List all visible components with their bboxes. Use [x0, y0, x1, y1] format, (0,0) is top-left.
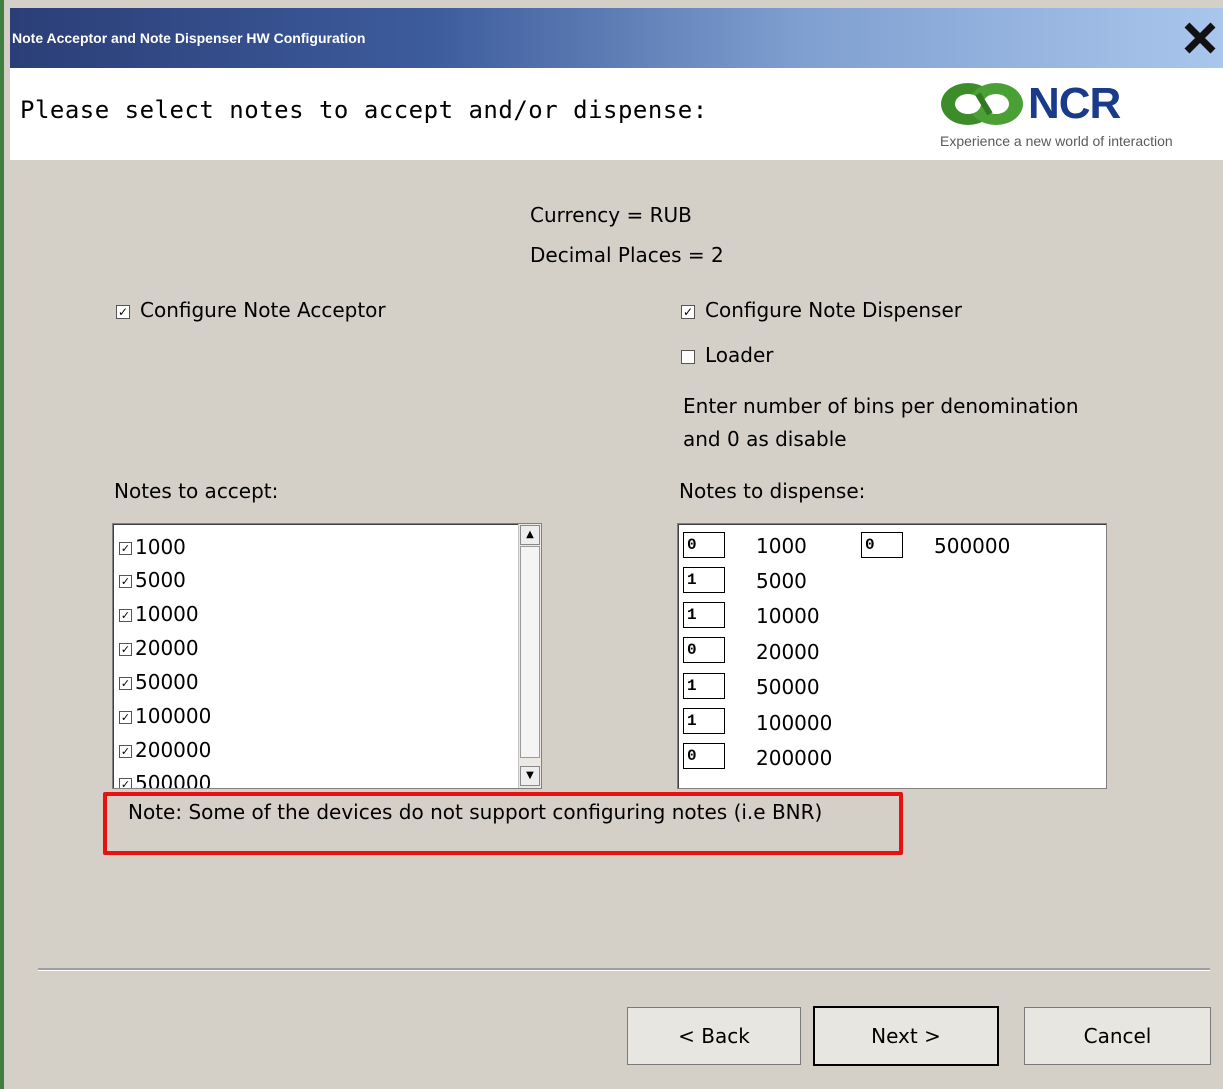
scroll-thumb[interactable]	[520, 546, 540, 758]
vertical-scrollbar[interactable]: ▲ ▼	[518, 524, 541, 788]
checkbox-checked-icon[interactable]: ✓	[119, 575, 132, 588]
configure-acceptor-label: Configure Note Acceptor	[140, 298, 386, 322]
logo-tagline: Experience a new world of interaction	[940, 133, 1173, 149]
bin-count-input[interactable]: 1	[683, 708, 725, 734]
checkbox-checked-icon[interactable]: ✓	[119, 677, 132, 690]
note-value: 500000	[135, 771, 212, 789]
bin-count-input[interactable]: 0	[861, 532, 903, 558]
checkbox-checked-icon[interactable]: ✓	[119, 745, 132, 758]
loader-checkbox[interactable]: Loader	[681, 343, 774, 367]
checkbox-checked-icon[interactable]: ✓	[681, 304, 695, 319]
list-item[interactable]: ✓ 20000	[119, 636, 199, 666]
bin-count-input[interactable]: 1	[683, 602, 725, 628]
scroll-down-icon[interactable]: ▼	[520, 766, 540, 786]
note-value: 10000	[135, 602, 199, 626]
scroll-up-icon[interactable]: ▲	[520, 525, 540, 545]
desktop-edge	[0, 0, 10, 1089]
denomination-label: 100000	[756, 711, 833, 735]
cancel-button[interactable]: Cancel	[1024, 1007, 1211, 1065]
page-instruction: Please select notes to accept and/or dis…	[20, 96, 708, 124]
bin-count-input[interactable]: 0	[683, 532, 725, 558]
next-button[interactable]: Next >	[813, 1006, 999, 1066]
window-title: Note Acceptor and Note Dispenser HW Conf…	[12, 30, 366, 46]
list-item[interactable]: ✓ 100000	[119, 704, 211, 734]
footer-separator	[38, 968, 1210, 971]
denomination-label: 20000	[756, 640, 820, 664]
list-item[interactable]: ✓ 5000	[119, 568, 186, 598]
checkbox-checked-icon[interactable]: ✓	[119, 609, 132, 622]
decimal-places-label: Decimal Places = 2	[530, 243, 724, 267]
note-value: 100000	[135, 704, 212, 728]
list-item[interactable]: ✓ 50000	[119, 670, 199, 700]
bin-count-input[interactable]: 0	[683, 743, 725, 769]
note-value: 50000	[135, 670, 199, 694]
currency-label: Currency = RUB	[530, 203, 692, 227]
notes-to-accept-label: Notes to accept:	[114, 479, 279, 503]
note-value: 20000	[135, 636, 199, 660]
checkbox-checked-icon[interactable]: ✓	[119, 542, 132, 555]
denomination-label: 1000	[756, 534, 807, 558]
configure-dispenser-label: Configure Note Dispenser	[705, 298, 962, 322]
bin-count-input[interactable]: 1	[683, 567, 725, 593]
checkbox-checked-icon[interactable]: ✓	[119, 643, 132, 656]
note-value: 200000	[135, 738, 212, 762]
checkbox-checked-icon[interactable]: ✓	[119, 778, 132, 788]
checkbox-unchecked-icon[interactable]	[681, 349, 695, 364]
bins-hint-line1: Enter number of bins per denomination	[683, 394, 1079, 418]
denomination-label: 500000	[934, 534, 1011, 558]
list-item[interactable]: ✓ 200000	[119, 738, 211, 768]
close-icon	[1184, 22, 1215, 54]
notes-to-dispense-label: Notes to dispense:	[679, 479, 866, 503]
loader-label: Loader	[705, 343, 774, 367]
denomination-label: 5000	[756, 569, 807, 593]
checkbox-checked-icon[interactable]: ✓	[116, 304, 130, 319]
notes-to-dispense-panel: 0 1000 1 5000 1 10000 0 20000 1 50000 1 …	[677, 523, 1107, 789]
configure-acceptor-checkbox[interactable]: ✓ Configure Note Acceptor	[116, 298, 386, 322]
notes-to-accept-list[interactable]: ✓ 1000 ✓ 5000 ✓ 10000 ✓ 20000 ✓ 50000 ✓ 100000…	[112, 523, 542, 789]
ncr-logo-icon	[938, 80, 1028, 128]
bins-hint-line2: and 0 as disable	[683, 427, 847, 451]
list-item[interactable]: ✓ 500000	[119, 771, 212, 789]
denomination-label: 200000	[756, 746, 833, 770]
configure-dispenser-checkbox[interactable]: ✓ Configure Note Dispenser	[681, 298, 962, 322]
back-button[interactable]: < Back	[627, 1007, 801, 1065]
note-value: 1000	[135, 535, 186, 559]
close-button[interactable]	[1176, 14, 1223, 62]
list-item[interactable]: ✓ 1000	[119, 535, 186, 565]
checkbox-checked-icon[interactable]: ✓	[119, 711, 132, 724]
denomination-label: 50000	[756, 675, 820, 699]
device-support-note: Note: Some of the devices do not support…	[128, 800, 823, 824]
bin-count-input[interactable]: 0	[683, 637, 725, 663]
denomination-label: 10000	[756, 604, 820, 628]
logo-wordmark: NCR	[1028, 79, 1121, 128]
note-value: 5000	[135, 568, 186, 592]
list-item[interactable]: ✓ 10000	[119, 602, 199, 632]
bin-count-input[interactable]: 1	[683, 673, 725, 699]
